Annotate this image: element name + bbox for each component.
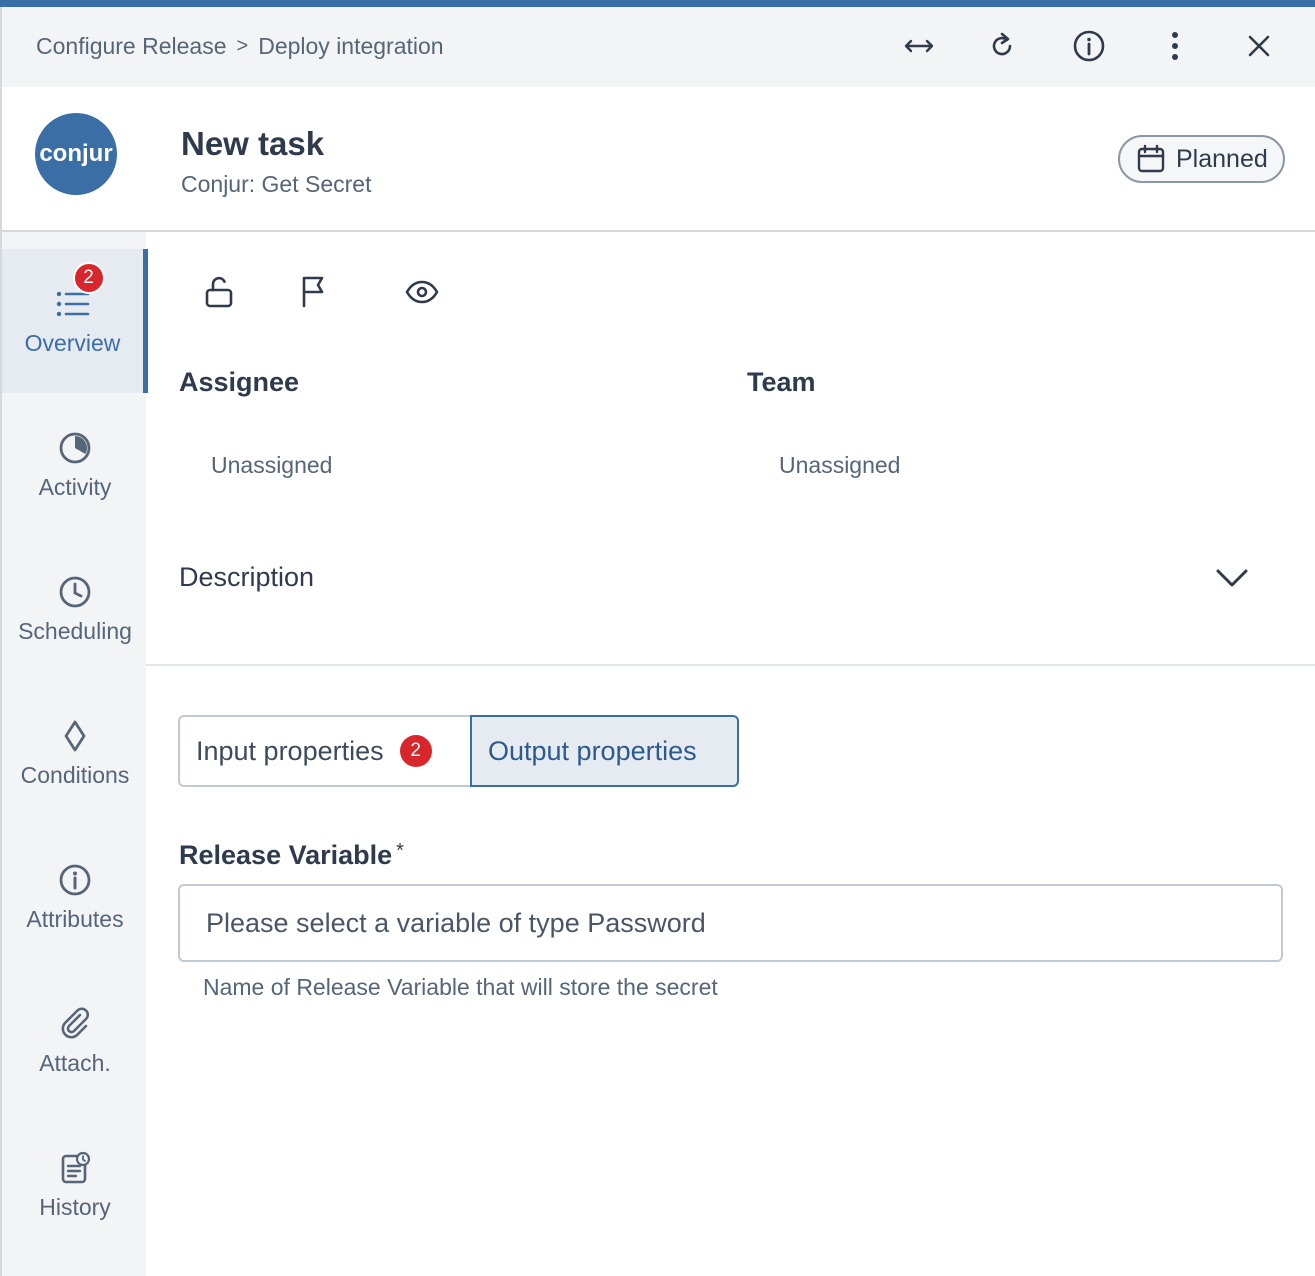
chevron-down-icon[interactable]: [1210, 556, 1254, 600]
sidebar-item-attributes[interactable]: Attributes: [2, 825, 148, 969]
sidebar-item-label: Attributes: [26, 905, 124, 932]
sidebar-item-scheduling[interactable]: Scheduling: [2, 537, 148, 681]
tab-label: Output properties: [488, 735, 697, 766]
description-label[interactable]: Description: [179, 562, 314, 593]
sidebar-item-overview[interactable]: 2 Overview: [2, 249, 148, 393]
sidebar-item-activity[interactable]: Activity: [2, 393, 148, 537]
sidebar-item-label: Scheduling: [18, 617, 132, 644]
top-accent-bar: [0, 0, 1315, 7]
input-properties-badge: 2: [399, 735, 432, 767]
task-title: New task: [181, 125, 325, 162]
properties-tabs: Input properties 2 Output properties: [178, 715, 739, 787]
team-label: Team: [747, 367, 816, 397]
more-vertical-icon[interactable]: [1156, 27, 1194, 65]
sidebar-item-label: Attach.: [39, 1049, 111, 1076]
assignee-label: Assignee: [179, 367, 300, 397]
team-value[interactable]: Unassigned: [779, 452, 900, 479]
refresh-icon[interactable]: [983, 27, 1021, 65]
unlock-icon[interactable]: [199, 272, 239, 312]
field-label-text: Release Variable: [179, 840, 393, 870]
tab-output-properties[interactable]: Output properties: [470, 715, 739, 787]
tab-input-properties[interactable]: Input properties 2: [178, 715, 470, 787]
info-icon[interactable]: [1070, 27, 1108, 65]
sidebar-item-label: Conditions: [20, 761, 130, 788]
activity-icon: [57, 430, 93, 466]
sidebar-item-label: Activity: [38, 473, 112, 500]
sidebar-item-label: History: [39, 1193, 111, 1220]
required-mark: *: [396, 840, 404, 862]
sidebar-item-history[interactable]: History: [2, 1113, 148, 1257]
diamond-icon: [57, 718, 93, 754]
history-icon: [57, 1150, 93, 1186]
breadcrumb: Configure Release > Deploy integration: [36, 33, 444, 60]
flag-icon[interactable]: [294, 272, 334, 312]
conjur-logo: conjur: [35, 113, 117, 195]
assignee-value[interactable]: Unassigned: [211, 452, 332, 479]
status-badge[interactable]: Planned: [1118, 135, 1285, 183]
release-variable-help: Name of Release Variable that will store…: [203, 974, 718, 1000]
overview-content: Assignee Unassigned Team Unassigned Desc…: [146, 232, 1315, 1276]
sidebar: 2 Overview Activity Scheduling Condition…: [0, 232, 148, 1276]
eye-icon[interactable]: [402, 272, 442, 312]
task-subtitle: Conjur: Get Secret: [181, 171, 372, 197]
breadcrumb-item-deploy-integration[interactable]: Deploy integration: [258, 33, 443, 60]
close-icon[interactable]: [1240, 27, 1278, 65]
list-icon: 2: [55, 261, 105, 322]
sidebar-item-label: Overview: [24, 329, 121, 356]
tab-label: Input properties: [196, 735, 384, 766]
calendar-icon: [1137, 144, 1165, 173]
release-variable-label: Release Variable *: [179, 840, 404, 871]
overview-badge: 2: [72, 261, 105, 294]
task-header: conjur New task Conjur: Get Secret Plann…: [0, 87, 1315, 232]
release-variable-input[interactable]: [178, 884, 1283, 962]
sidebar-item-attach[interactable]: Attach.: [2, 969, 148, 1113]
paperclip-icon: [57, 1006, 93, 1042]
logo-text: conjur: [39, 140, 113, 167]
status-label: Planned: [1176, 144, 1268, 173]
expand-horizontal-icon[interactable]: [900, 27, 938, 65]
sidebar-item-conditions[interactable]: Conditions: [2, 681, 148, 825]
clock-icon: [57, 574, 93, 610]
section-divider: [146, 664, 1315, 666]
panel-header: Configure Release > Deploy integration: [0, 7, 1315, 87]
breadcrumb-separator: >: [236, 35, 249, 57]
breadcrumb-item-configure-release[interactable]: Configure Release: [36, 33, 227, 60]
info-icon: [57, 862, 93, 898]
